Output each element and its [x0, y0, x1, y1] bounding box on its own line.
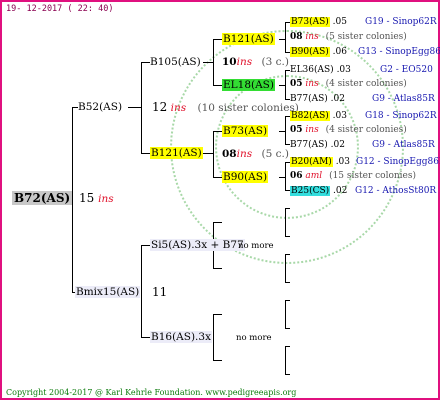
connector: [213, 222, 222, 223]
b16-no-more: no more: [236, 333, 272, 343]
gen4-row[interactable]: B25(CS) .02: [290, 185, 347, 197]
empty-bracket: [285, 374, 290, 375]
connector: [141, 62, 142, 154]
connector: [203, 62, 213, 63]
gen4-row[interactable]: B90(AS) .06: [290, 46, 347, 58]
connector: [213, 360, 222, 361]
el18-node[interactable]: EL18(AS): [222, 79, 275, 91]
root-queen-name: B72(AS): [12, 191, 73, 205]
connector: [213, 177, 222, 178]
b16-node[interactable]: B16(AS).3x: [150, 331, 212, 343]
empty-bracket: [285, 346, 290, 347]
empty-bracket: [285, 300, 286, 329]
gen4-row[interactable]: B82(AS) .03: [290, 110, 347, 122]
connector: [213, 314, 222, 315]
sire-node[interactable]: Bmix15(AS): [75, 286, 141, 298]
gen4-info: G2 - EO520: [380, 65, 433, 75]
b121a-node[interactable]: B121(AS): [222, 33, 275, 45]
copyright-footer: Copyright 2004-2017 @ Karl Kehrle Founda…: [6, 388, 297, 397]
connector: [213, 39, 222, 40]
connector: [213, 131, 222, 132]
connector: [128, 107, 141, 108]
gen4-generation: 05 ins (4 sister colonies): [290, 125, 407, 135]
gen4-row[interactable]: B77(AS) .02: [290, 139, 345, 151]
gen4-info: G12 - SinopEgg86R: [356, 157, 440, 167]
connector: [213, 268, 222, 269]
empty-bracket: [285, 328, 290, 329]
gen4-generation: 08 ins (5 sister colonies): [290, 32, 407, 42]
si5-no-more: no more: [238, 241, 274, 251]
connector: [213, 85, 222, 86]
connector: [141, 245, 142, 338]
connector: [213, 314, 214, 361]
gen4-info: G19 - Sinop62R: [365, 17, 437, 27]
b121a-generation: 10ins (3 c.): [222, 56, 289, 68]
b90-node[interactable]: B90(AS): [222, 171, 269, 183]
b73-node[interactable]: B73(AS): [222, 125, 269, 137]
connector: [285, 70, 286, 100]
empty-bracket: [285, 346, 286, 375]
empty-bracket: [285, 236, 290, 237]
root-queen[interactable]: B72(AS): [12, 191, 73, 205]
empty-bracket: [285, 282, 290, 283]
gen4-row[interactable]: B73(AS) .05: [290, 16, 347, 28]
root-generation: 15 ins: [79, 191, 114, 205]
gen4-row[interactable]: EL36(AS) .03: [290, 64, 351, 76]
gen4-generation: 06 aml (15 sister colonies): [290, 171, 416, 181]
connector: [141, 62, 150, 63]
connector: [213, 39, 214, 86]
print-date: 19- 12-2017 ( 22: 40): [6, 4, 114, 14]
si5-node[interactable]: Si5(AS).3x + B77: [150, 239, 245, 251]
b121-node[interactable]: B121(AS): [150, 147, 203, 159]
dam-node[interactable]: B52(AS): [78, 101, 122, 113]
connector: [285, 116, 286, 145]
empty-bracket: [285, 300, 290, 301]
gen4-info: G9 - Atlas85R: [372, 94, 435, 104]
b121-generation: 08ins (5 c.): [222, 148, 289, 160]
empty-bracket: [285, 254, 286, 283]
empty-bracket: [285, 208, 290, 209]
connector: [285, 22, 286, 53]
gen4-info: G18 - Sinop62R: [365, 111, 437, 121]
connector: [141, 245, 150, 246]
connector: [203, 153, 213, 154]
b105-node[interactable]: B105(AS): [150, 56, 201, 68]
connector: [141, 153, 150, 154]
connector: [285, 162, 286, 191]
gen4-info: G9 - Atlas85R: [372, 140, 435, 150]
sire-generation: 11: [152, 285, 168, 299]
empty-bracket: [285, 254, 290, 255]
empty-bracket: [285, 208, 286, 237]
b105-generation: 12 ins (10 sister colonies): [152, 100, 299, 114]
connector: [213, 131, 214, 178]
gen4-generation: 05 ins (4 sister colonies): [290, 79, 407, 89]
gen4-info: G12 - AthosSt80R: [355, 186, 437, 196]
gen4-row[interactable]: B77(AS) .02: [290, 93, 345, 105]
gen4-row[interactable]: B20(AM) .03: [290, 156, 350, 168]
gen4-info: G13 - SinopEgg86R: [358, 47, 440, 57]
connector: [141, 337, 150, 338]
